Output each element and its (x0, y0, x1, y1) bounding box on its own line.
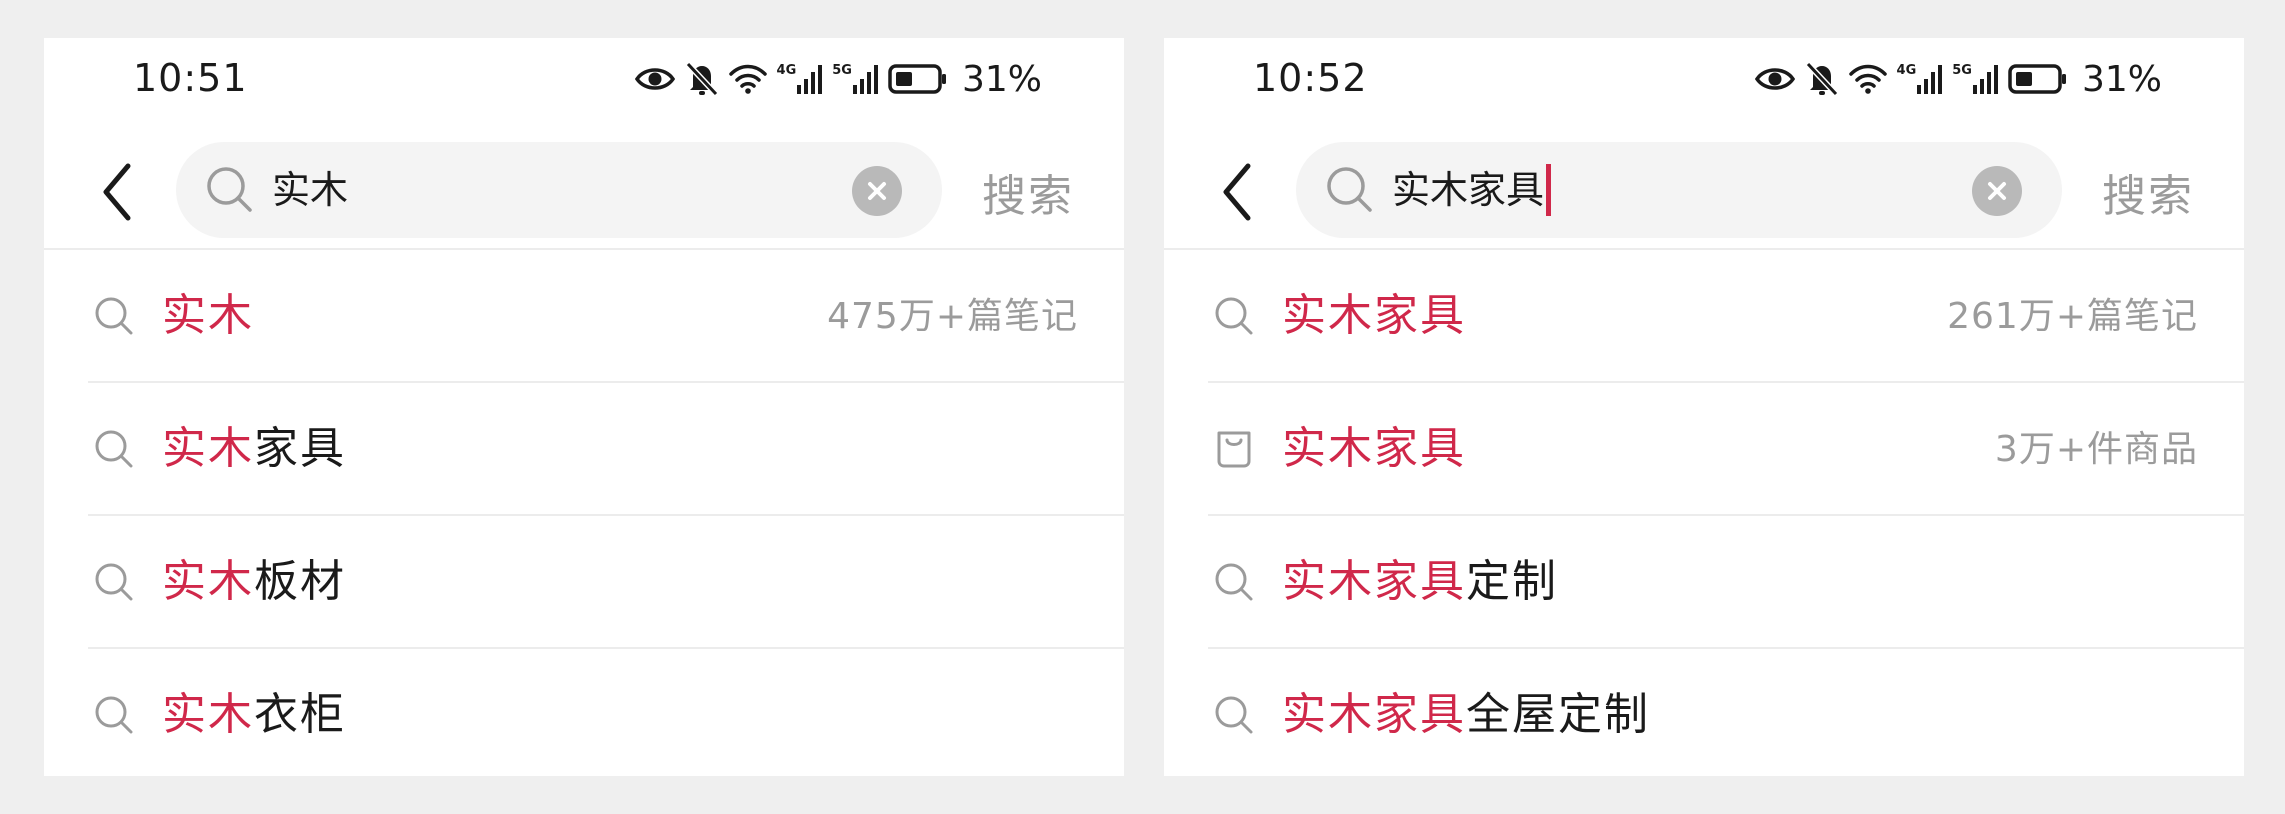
search-input[interactable]: 实木家具 (1296, 142, 2062, 238)
signal-5g-icon: 5G (1952, 63, 1998, 95)
suggestion-item[interactable]: 实木衣柜 (44, 649, 1124, 776)
battery-icon (2008, 63, 2068, 95)
search-icon (92, 560, 136, 604)
battery-percent: 31% (2081, 58, 2162, 100)
search-query-text: 实木家具 (1392, 164, 1552, 216)
suggestion-match: 实木 (162, 556, 254, 607)
back-button[interactable] (94, 162, 144, 222)
chevron-left-icon (1223, 163, 1251, 221)
status-time: 10:51 (133, 56, 248, 100)
bell-muted-icon (1805, 61, 1839, 97)
suggestion-text: 实木家具 (1282, 423, 1466, 475)
search-screen-2: 10:52 4G 5G 31% 实木家具 搜索 实木家具 261万+篇笔记 实木… (1164, 38, 2244, 776)
signal-4g-icon: 4G (777, 63, 823, 95)
suggestion-count: 261万+篇笔记 (1947, 296, 2198, 337)
text-cursor (1546, 164, 1552, 216)
suggestion-item[interactable]: 实木 475万+篇笔记 (44, 250, 1124, 383)
suggestion-text: 实木家具定制 (1282, 556, 1558, 608)
status-bar: 10:52 4G 5G 31% (1164, 38, 2244, 118)
search-icon (1212, 560, 1256, 604)
search-query: 实木 (272, 168, 349, 212)
shopping-bag-icon (1212, 427, 1256, 471)
signal-4g-icon: 4G (1897, 63, 1943, 95)
eye-icon (1754, 64, 1795, 94)
search-header: 实木家具 搜索 (1164, 134, 2244, 246)
bell-muted-icon (685, 61, 719, 97)
search-icon (92, 693, 136, 737)
battery-icon (888, 63, 948, 95)
suggestion-list: 实木 475万+篇笔记 实木家具 实木板材 实木衣柜 (44, 250, 1124, 776)
suggestion-match: 实木家具 (1282, 556, 1466, 607)
suggestion-rest: 定制 (1466, 556, 1558, 607)
search-icon (1212, 693, 1256, 737)
search-icon (1212, 294, 1256, 338)
suggestion-text: 实木家具 (1282, 290, 1466, 342)
suggestion-text: 实木衣柜 (162, 689, 346, 741)
search-header: 实木 搜索 (44, 134, 1124, 246)
suggestion-text: 实木板材 (162, 556, 346, 608)
suggestion-match: 实木家具 (1282, 423, 1466, 474)
suggestion-item[interactable]: 实木家具 261万+篇笔记 (1164, 250, 2244, 383)
search-icon (1324, 164, 1376, 216)
wifi-icon (728, 63, 767, 95)
search-button[interactable]: 搜索 (982, 160, 1074, 224)
search-icon (204, 164, 256, 216)
search-button[interactable]: 搜索 (2102, 160, 2194, 224)
suggestion-text: 实木家具全屋定制 (1282, 689, 1650, 741)
chevron-left-icon (103, 163, 131, 221)
status-bar: 10:51 4G 5G 31% (44, 38, 1124, 118)
suggestion-match: 实木 (162, 290, 254, 341)
suggestion-text: 实木 (162, 290, 254, 342)
suggestion-rest: 板材 (254, 556, 346, 607)
battery-percent: 31% (961, 58, 1042, 100)
suggestion-item[interactable]: 实木板材 (44, 516, 1124, 649)
suggestion-rest: 全屋定制 (1466, 689, 1650, 740)
signal-5g-icon: 5G (832, 63, 878, 95)
clear-button[interactable] (852, 166, 902, 216)
suggestion-rest: 衣柜 (254, 689, 346, 740)
eye-icon (634, 64, 675, 94)
close-icon (868, 182, 886, 200)
suggestion-list: 实木家具 261万+篇笔记 实木家具 3万+件商品 实木家具定制 实木家具全屋定… (1164, 250, 2244, 776)
status-icons: 4G 5G 31% (634, 58, 1042, 100)
suggestion-item[interactable]: 实木家具 3万+件商品 (1164, 383, 2244, 516)
search-query: 实木家具 (1392, 168, 1545, 212)
suggestion-item[interactable]: 实木家具定制 (1164, 516, 2244, 649)
suggestion-count: 3万+件商品 (1994, 429, 2198, 470)
suggestion-match: 实木家具 (1282, 689, 1466, 740)
search-icon (92, 427, 136, 471)
status-time: 10:52 (1253, 56, 1368, 100)
suggestion-match: 实木家具 (1282, 290, 1466, 341)
back-button[interactable] (1214, 162, 1264, 222)
suggestion-item[interactable]: 实木家具全屋定制 (1164, 649, 2244, 776)
status-icons: 4G 5G 31% (1754, 58, 2162, 100)
clear-button[interactable] (1972, 166, 2022, 216)
suggestion-match: 实木 (162, 423, 254, 474)
suggestion-item[interactable]: 实木家具 (44, 383, 1124, 516)
search-icon (92, 294, 136, 338)
suggestion-rest: 家具 (254, 423, 346, 474)
search-input[interactable]: 实木 (176, 142, 942, 238)
suggestion-text: 实木家具 (162, 423, 346, 475)
search-query-text: 实木 (272, 164, 348, 216)
suggestion-count: 475万+篇笔记 (827, 296, 1078, 337)
close-icon (1988, 182, 2006, 200)
wifi-icon (1848, 63, 1887, 95)
suggestion-match: 实木 (162, 689, 254, 740)
search-screen-1: 10:51 4G 5G 31% 实木 搜索 实木 475万+篇笔记 实木家具 实… (44, 38, 1124, 776)
